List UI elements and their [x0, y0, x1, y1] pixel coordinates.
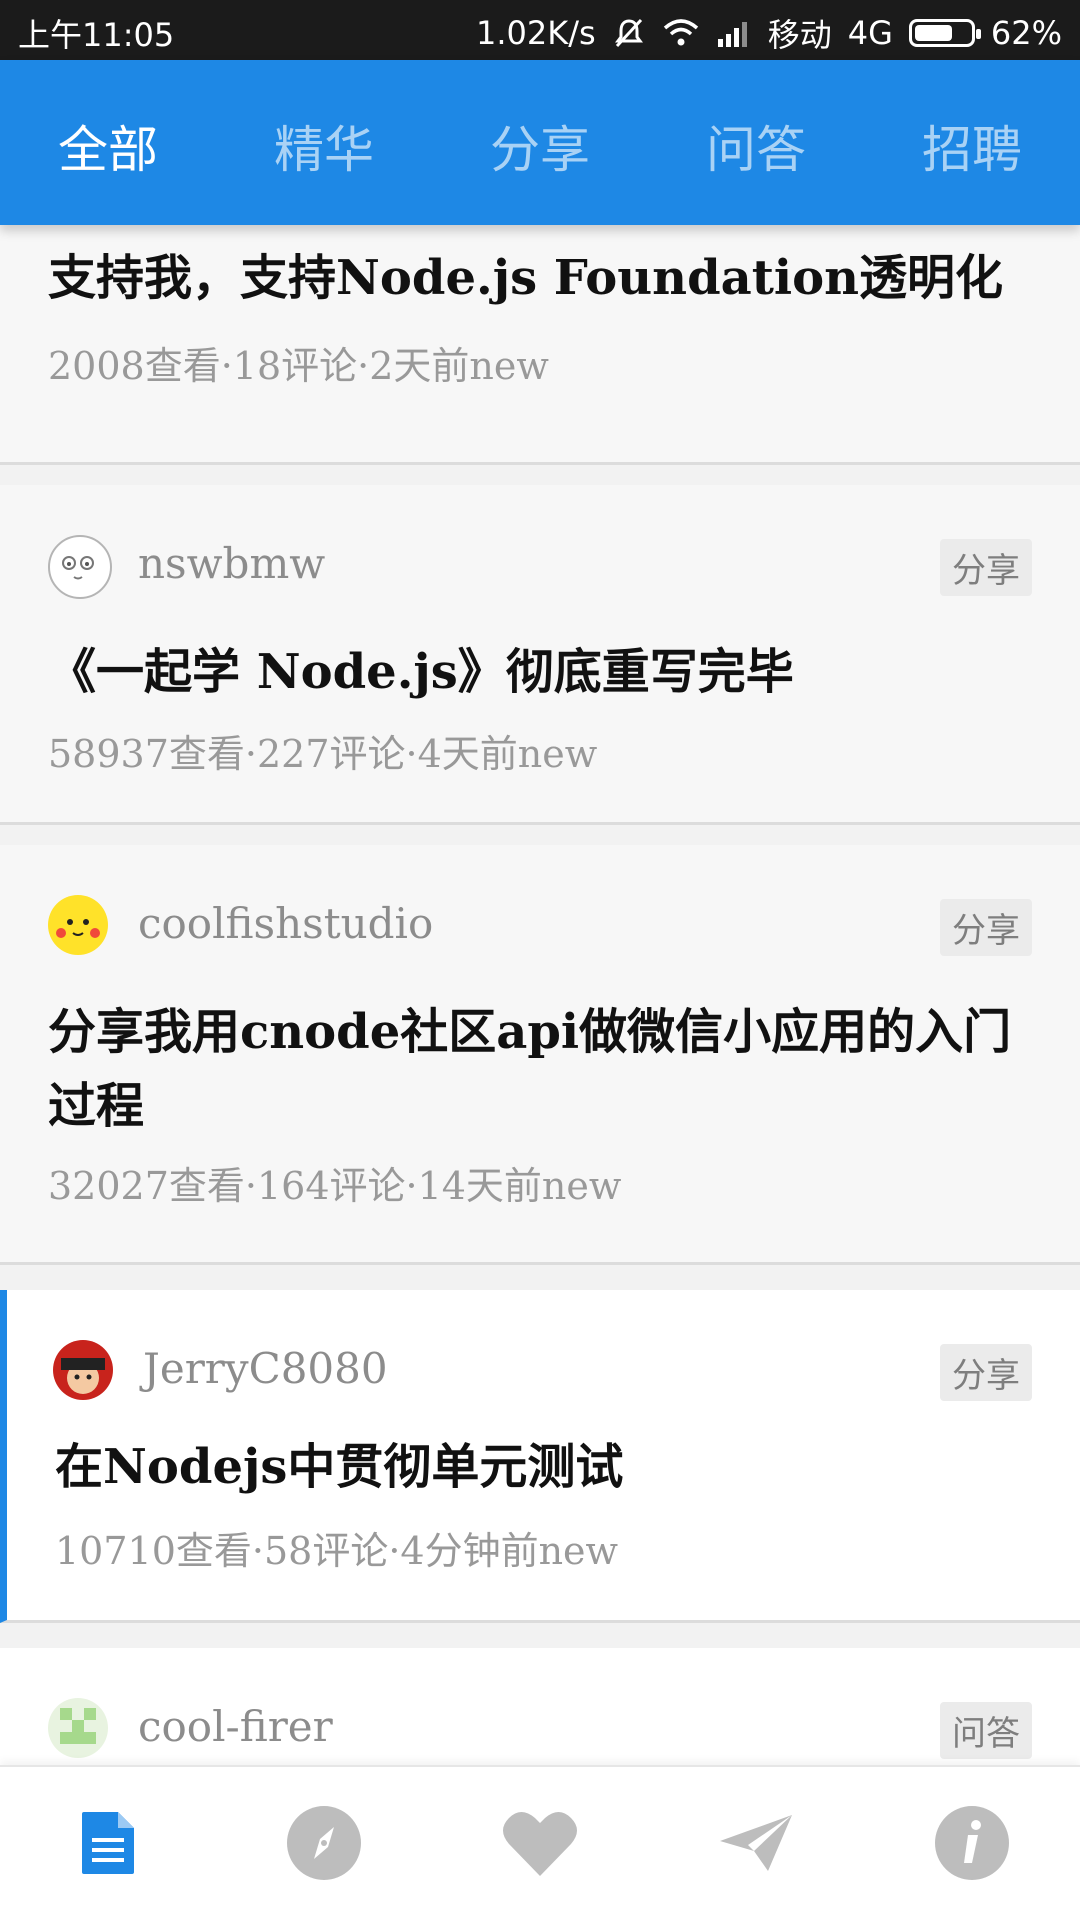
tab-good[interactable]: 精华	[216, 110, 432, 182]
nav-about[interactable]	[932, 1803, 1012, 1883]
heart-icon	[503, 1812, 577, 1876]
status-time: 上午11:05	[18, 16, 175, 54]
status-bar: 上午11:05 1.02K/s 移动 4G 62%	[0, 0, 1080, 60]
divider	[0, 825, 1080, 845]
document-icon	[82, 1812, 134, 1874]
category-badge: 分享	[940, 1344, 1032, 1401]
category-tab-bar: 全部 精华 分享 问答 招聘	[0, 60, 1080, 225]
topic-meta: 2008查看·18评论·2天前new	[48, 344, 549, 388]
topic-title: 《一起学 Node.js》彻底重写完毕	[48, 644, 794, 700]
author-name: nswbmw	[138, 539, 326, 588]
category-badge: 分享	[940, 899, 1032, 956]
author-name: JerryC8080	[143, 1344, 388, 1393]
network-type: 4G	[847, 14, 893, 52]
battery-icon	[908, 19, 981, 47]
topic-card-selected[interactable]: JerryC8080 分享 在Nodejs中贯彻单元测试 10710查看·58评…	[0, 1290, 1080, 1623]
topic-meta: 58937查看·227评论·4天前new	[48, 732, 598, 776]
tab-ask[interactable]: 问答	[648, 110, 864, 182]
status-indicators: 1.02K/s 移动 4G 62%	[476, 10, 1062, 56]
avatar	[53, 1340, 113, 1400]
topic-title: 在Nodejs中贯彻单元测试	[55, 1439, 624, 1495]
tab-all[interactable]: 全部	[0, 110, 216, 182]
avatar	[48, 895, 108, 955]
topic-meta: 32027查看·164评论·14天前new	[48, 1164, 622, 1208]
nav-favorites[interactable]	[500, 1803, 580, 1883]
wifi-icon	[662, 18, 700, 48]
nav-topics[interactable]	[68, 1803, 148, 1883]
topic-card[interactable]: 支持我，支持Node.js Foundation透明化 2008查看·18评论·…	[0, 225, 1080, 465]
topic-card[interactable]: cool-firer 问答	[0, 1648, 1080, 1765]
carrier-name: 移动	[767, 16, 832, 54]
nav-messages[interactable]	[716, 1803, 796, 1883]
category-badge: 分享	[940, 539, 1032, 596]
bottom-navigation	[0, 1765, 1080, 1922]
tab-job[interactable]: 招聘	[864, 110, 1080, 182]
topic-card[interactable]: nswbmw 分享 《一起学 Node.js》彻底重写完毕 58937查看·22…	[0, 485, 1080, 825]
info-icon	[935, 1806, 1009, 1880]
compass-icon	[287, 1806, 361, 1880]
mute-icon	[612, 16, 646, 50]
signal-icon	[716, 19, 752, 47]
topic-meta: 10710查看·58评论·4分钟前new	[55, 1529, 619, 1573]
author-name: coolfishstudio	[138, 899, 434, 948]
tab-share[interactable]: 分享	[432, 110, 648, 182]
divider	[0, 465, 1080, 485]
topic-title: 支持我，支持Node.js Foundation透明化	[48, 250, 1004, 306]
topic-card[interactable]: coolfishstudio 分享 分享我用cnode社区api做微信小应用的入…	[0, 845, 1080, 1265]
avatar	[48, 535, 112, 599]
divider	[0, 1623, 1080, 1648]
paper-plane-icon	[720, 1815, 792, 1871]
divider	[0, 1265, 1080, 1290]
category-badge: 问答	[940, 1702, 1032, 1759]
topic-title: 分享我用cnode社区api做微信小应用的入门过程	[48, 1004, 1012, 1134]
network-speed: 1.02K/s	[476, 14, 596, 52]
author-name: cool-firer	[138, 1702, 333, 1751]
nav-discover[interactable]	[284, 1803, 364, 1883]
battery-level: 62%	[990, 14, 1062, 52]
avatar	[48, 1698, 108, 1758]
topic-list: 支持我，支持Node.js Foundation透明化 2008查看·18评论·…	[0, 225, 1080, 1765]
